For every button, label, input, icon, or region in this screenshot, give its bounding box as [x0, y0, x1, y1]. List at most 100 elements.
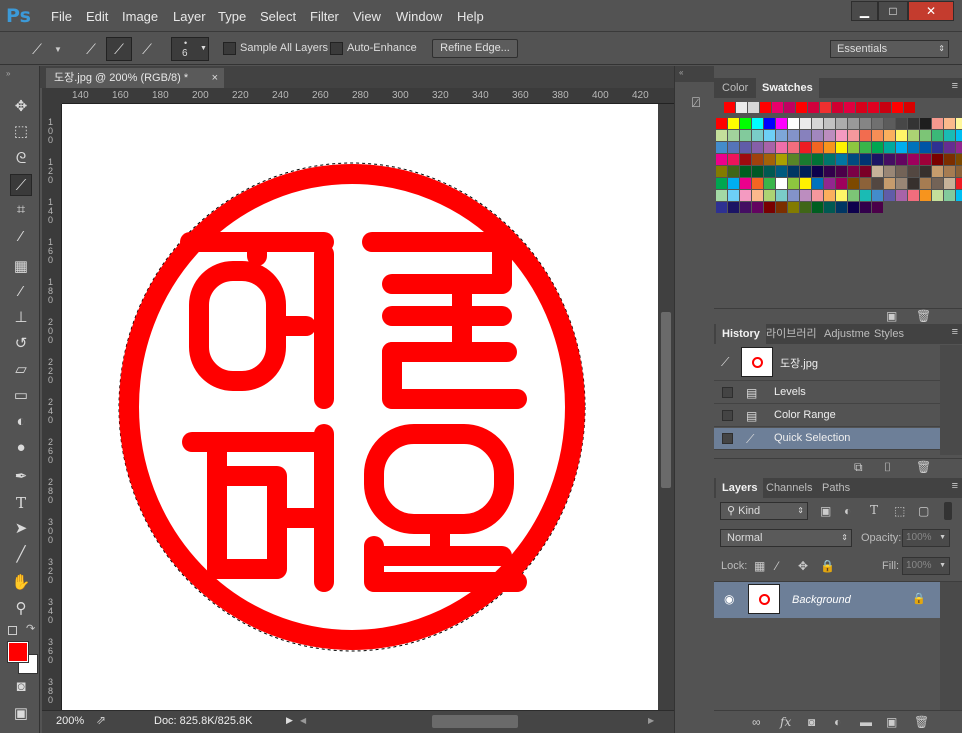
fx-icon[interactable]: fx — [780, 715, 791, 729]
color-swatch[interactable] — [788, 118, 799, 129]
color-swatch[interactable] — [896, 130, 907, 141]
color-swatch[interactable] — [784, 102, 795, 113]
color-swatch[interactable] — [908, 118, 919, 129]
color-swatch[interactable] — [824, 130, 835, 141]
healing-brush-tool[interactable]: ▦ — [10, 256, 32, 278]
color-swatch[interactable] — [896, 178, 907, 189]
color-swatch[interactable] — [764, 190, 775, 201]
color-swatch[interactable] — [800, 190, 811, 201]
maximize-button[interactable]: □ — [878, 1, 908, 21]
color-swatch[interactable] — [836, 202, 847, 213]
close-button[interactable]: ✕ — [908, 1, 954, 21]
color-swatch[interactable] — [824, 142, 835, 153]
color-swatch[interactable] — [812, 202, 823, 213]
type-tool[interactable]: T — [10, 492, 32, 514]
subtract-selection-button[interactable]: ⟋ — [134, 37, 160, 61]
fill-input[interactable]: 100% ▼ — [902, 557, 950, 575]
color-swatch[interactable] — [932, 190, 943, 201]
color-swatch[interactable] — [788, 166, 799, 177]
color-swatch[interactable] — [752, 130, 763, 141]
tab-channels[interactable]: Channels — [760, 478, 818, 498]
color-swatch[interactable] — [812, 166, 823, 177]
color-swatch[interactable] — [728, 202, 739, 213]
move-tool[interactable]: ✥ — [10, 96, 32, 118]
color-swatch[interactable] — [824, 178, 835, 189]
color-swatch[interactable] — [740, 178, 751, 189]
color-swatch[interactable] — [872, 178, 883, 189]
panel-menu-icon[interactable]: ≡ — [952, 326, 958, 338]
color-swatch[interactable] — [800, 166, 811, 177]
close-icon[interactable]: × — [212, 68, 218, 88]
default-colors-icon[interactable] — [8, 626, 17, 635]
menu-edit[interactable]: Edit — [86, 9, 108, 24]
lock-transparent-icon[interactable]: ▦ — [754, 559, 765, 573]
color-swatch[interactable] — [824, 166, 835, 177]
tab-libraries[interactable]: 라이브러리 — [760, 324, 823, 344]
new-document-from-state-icon[interactable]: ⧉ — [854, 460, 863, 475]
color-swatch[interactable] — [716, 118, 727, 129]
color-swatch[interactable] — [844, 102, 855, 113]
layer-filter-select[interactable]: ⚲ Kind ⇕ — [720, 502, 808, 520]
folder-icon[interactable]: ▬ — [860, 715, 872, 729]
color-swatch[interactable] — [832, 102, 843, 113]
color-swatch[interactable] — [932, 154, 943, 165]
menu-type[interactable]: Type — [218, 9, 246, 24]
color-swatch[interactable] — [740, 154, 751, 165]
color-swatch[interactable] — [788, 190, 799, 201]
vertical-ruler[interactable]: 100 120 140 160 180 200 220 240 260 280 300 320 340 3… — [42, 104, 62, 710]
color-swatch[interactable] — [716, 190, 727, 201]
history-brush-tool[interactable]: ↺ — [10, 333, 32, 355]
color-swatch[interactable] — [904, 102, 915, 113]
color-swatch[interactable] — [908, 142, 919, 153]
expand-icon[interactable]: « — [679, 68, 683, 77]
color-swatch[interactable] — [764, 142, 775, 153]
pen-tool[interactable]: ✒ — [10, 466, 32, 488]
color-swatch[interactable] — [776, 190, 787, 201]
color-swatch[interactable] — [884, 118, 895, 129]
color-swatch[interactable] — [812, 190, 823, 201]
color-swatch[interactable] — [872, 190, 883, 201]
horizontal-ruler[interactable]: 140 160 180 200 220 240 260 280 300 320 340 360 380 4… — [62, 88, 674, 104]
color-swatch[interactable] — [872, 130, 883, 141]
share-icon[interactable]: ⇗ — [96, 713, 106, 727]
color-swatch[interactable] — [800, 142, 811, 153]
layer-mask-icon[interactable]: ◙ — [808, 715, 815, 729]
color-swatch[interactable] — [860, 118, 871, 129]
color-swatch[interactable] — [896, 154, 907, 165]
add-to-selection-button[interactable]: ⟋ — [106, 37, 132, 61]
color-swatch[interactable] — [800, 154, 811, 165]
color-swatch[interactable] — [812, 154, 823, 165]
color-swatch[interactable] — [872, 142, 883, 153]
color-swatch[interactable] — [860, 166, 871, 177]
color-swatch[interactable] — [788, 154, 799, 165]
eraser-tool[interactable]: ▱ — [10, 359, 32, 381]
color-swatch[interactable] — [908, 190, 919, 201]
color-swatch[interactable] — [836, 166, 847, 177]
color-swatch[interactable] — [772, 102, 783, 113]
tab-history[interactable]: History — [716, 324, 766, 344]
color-swatch[interactable] — [944, 142, 955, 153]
filter-smart-object-icon[interactable]: ▢ — [918, 504, 929, 518]
history-item[interactable]: ▤ Levels — [714, 382, 940, 404]
color-swatch[interactable] — [824, 118, 835, 129]
new-layer-icon[interactable]: ▣ — [886, 715, 897, 729]
color-swatch[interactable] — [860, 190, 871, 201]
layer-name[interactable]: Background — [792, 594, 851, 606]
color-swatch[interactable] — [716, 178, 727, 189]
color-swatch[interactable] — [764, 154, 775, 165]
color-swatch[interactable] — [760, 102, 771, 113]
camera-icon[interactable]: ⌷ — [884, 460, 891, 475]
color-swatch[interactable] — [872, 154, 883, 165]
color-swatch[interactable] — [884, 130, 895, 141]
color-swatch[interactable] — [884, 178, 895, 189]
color-swatch[interactable] — [836, 118, 847, 129]
color-swatch[interactable] — [848, 178, 859, 189]
menu-filter[interactable]: Filter — [310, 9, 339, 24]
color-swatch[interactable] — [896, 118, 907, 129]
color-swatch[interactable] — [956, 178, 962, 189]
color-swatch[interactable] — [920, 178, 931, 189]
color-swatch[interactable] — [944, 178, 955, 189]
history-brush-source-box[interactable] — [722, 387, 733, 398]
color-swatch[interactable] — [776, 202, 787, 213]
color-swatch[interactable] — [776, 118, 787, 129]
